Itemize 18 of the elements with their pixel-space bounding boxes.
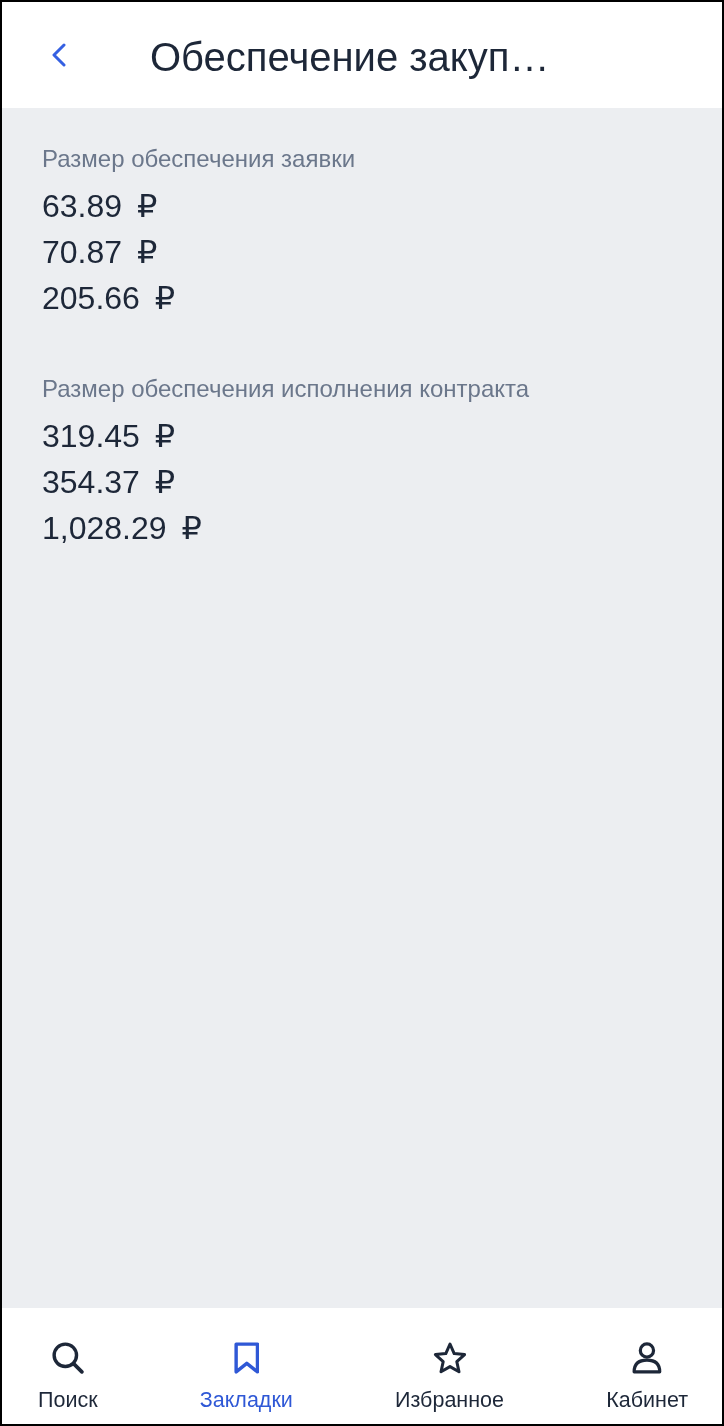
section-label: Размер обеспечения исполнения контракта bbox=[42, 374, 531, 404]
nav-tab[interactable]: Избранное bbox=[391, 1308, 508, 1419]
chevron-left-icon bbox=[52, 43, 66, 67]
search-icon bbox=[51, 1342, 84, 1374]
nav-tab[interactable]: Закладки bbox=[195, 1308, 297, 1419]
bookmark-icon bbox=[233, 1342, 260, 1374]
amount-value: 354.37 ₽ bbox=[42, 463, 177, 502]
amount-value: 205.66 ₽ bbox=[42, 279, 177, 318]
nav-tab[interactable]: Кабинет bbox=[602, 1308, 692, 1419]
amount-value: 1,028.29 ₽ bbox=[42, 509, 203, 548]
amount-value: 70.87 ₽ bbox=[42, 233, 159, 272]
amount-value: 319.45 ₽ bbox=[42, 417, 177, 456]
nav-tab[interactable]: Поиск bbox=[34, 1308, 102, 1419]
person-icon bbox=[632, 1342, 663, 1374]
star-icon bbox=[432, 1342, 467, 1374]
amount-value: 63.89 ₽ bbox=[42, 187, 159, 226]
screen-title: Обеспечение закуп… bbox=[150, 34, 550, 80]
section-label: Размер обеспечения заявки bbox=[42, 144, 357, 174]
